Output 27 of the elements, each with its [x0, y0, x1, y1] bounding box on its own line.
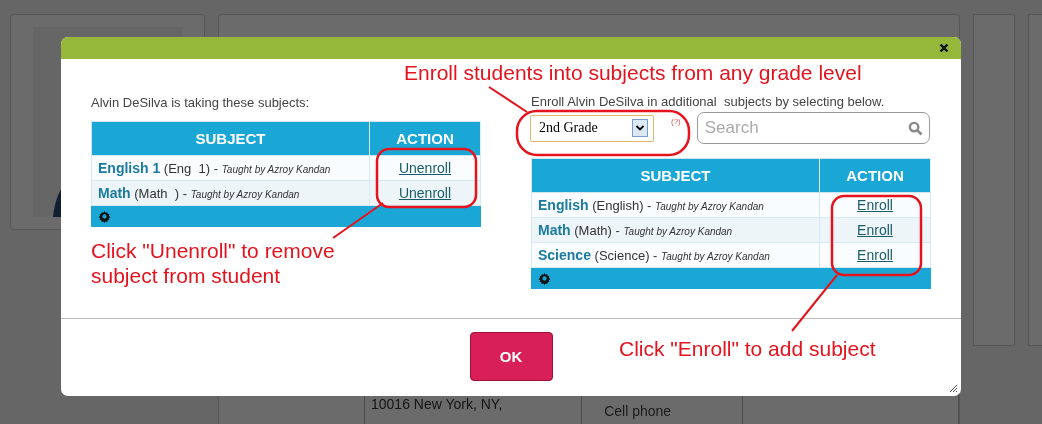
- table-cell: English 1 (Eng 1) - Taught by Azroy Kandan: [91, 155, 370, 181]
- table-cell: Math (Math ) - Taught by Azroy Kandan: [91, 180, 370, 206]
- column-header: ACTION: [369, 121, 481, 156]
- column-header: ACTION: [819, 158, 931, 193]
- help-mark[interactable]: (?): [671, 117, 681, 126]
- table-cell: Science (Science) - Taught by Azroy Kandan: [531, 242, 820, 268]
- intro-text: Enroll Alvin DeSilva in additional subjects by selecting below.: [531, 93, 886, 111]
- close-icon[interactable]: [939, 43, 949, 53]
- enroll-link[interactable]: Enroll: [857, 247, 893, 263]
- resize-grip-icon[interactable]: [948, 383, 958, 393]
- grade-dropdown[interactable]: 2nd Grade: [530, 114, 654, 142]
- search-icon[interactable]: [907, 121, 923, 136]
- annotation-text: Enroll students into subjects from any grade level: [404, 60, 862, 85]
- column-header: SUBJECT: [531, 158, 820, 193]
- intro-text: Alvin DeSilva is taking these subjects:: [91, 94, 311, 112]
- enroll-link[interactable]: Enroll: [857, 197, 893, 213]
- enroll-link[interactable]: Enroll: [857, 222, 893, 238]
- table-cell: English (English) - Taught by Azroy Kandan: [531, 192, 820, 218]
- column-header: SUBJECT: [91, 121, 370, 156]
- field-label: Cell phone: [604, 403, 673, 419]
- search-field[interactable]: Search: [696, 112, 930, 144]
- table-cell: Math (Math) - Taught by Azroy Kandan: [531, 217, 820, 243]
- ok-button[interactable]: OK: [469, 332, 553, 381]
- settings-icon[interactable]: [98, 209, 111, 223]
- annotation-text: Click "Unenroll" to remove subject from student: [91, 238, 336, 288]
- annotation-text: Click "Enroll" to add subject: [619, 336, 876, 361]
- settings-icon[interactable]: [538, 271, 551, 285]
